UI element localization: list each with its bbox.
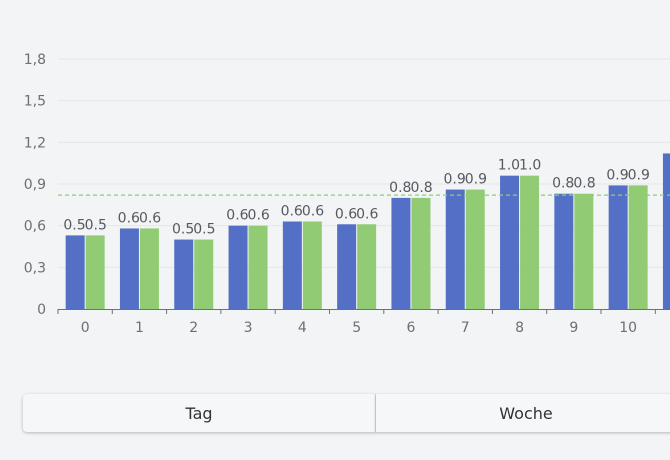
data-label: 0.8 xyxy=(573,176,595,192)
bar xyxy=(554,193,574,309)
tag-button[interactable]: Tag xyxy=(23,394,376,432)
bar xyxy=(608,185,628,309)
woche-button[interactable]: Woche xyxy=(376,394,670,432)
bar xyxy=(411,197,431,309)
data-label: 0.8 xyxy=(552,176,574,192)
bar xyxy=(302,221,322,309)
data-label: 1.0 xyxy=(498,158,520,174)
y-tick-label: 0,6 xyxy=(24,219,46,235)
bar xyxy=(174,239,194,309)
y-tick-label: 1,2 xyxy=(24,135,46,151)
data-label: 1.0 xyxy=(519,158,541,174)
data-label: 0.6 xyxy=(248,208,270,224)
data-label: 0.9 xyxy=(465,172,487,188)
bar xyxy=(194,239,214,309)
bar xyxy=(119,228,139,309)
x-tick-label: 6 xyxy=(406,320,415,336)
y-tick-label: 0,9 xyxy=(24,177,46,193)
bar xyxy=(282,221,302,309)
x-tick-label: 1 xyxy=(135,320,144,336)
data-label: 0.5 xyxy=(172,222,194,238)
data-label: 0.9 xyxy=(606,167,628,183)
bar xyxy=(628,185,648,309)
bar xyxy=(662,153,670,309)
data-label: 0.6 xyxy=(226,208,248,224)
x-tick-label: 8 xyxy=(515,320,524,336)
bar xyxy=(465,189,485,309)
data-label: 0.5 xyxy=(63,217,85,233)
x-tick-label: 5 xyxy=(352,320,361,336)
bar xyxy=(228,225,248,309)
bar xyxy=(85,235,105,309)
data-label: 0.9 xyxy=(443,172,465,188)
bar xyxy=(391,197,411,309)
x-tick-label: 9 xyxy=(569,320,578,336)
y-tick-label: 0 xyxy=(37,302,46,318)
x-tick-label: 7 xyxy=(461,320,470,336)
y-tick-label: 0,3 xyxy=(24,260,46,276)
bar xyxy=(65,235,85,309)
y-tick-label: 1,5 xyxy=(24,94,46,110)
bar xyxy=(445,189,465,309)
x-tick-label: 3 xyxy=(244,320,253,336)
data-label: 0.6 xyxy=(139,210,161,226)
data-label: 0.6 xyxy=(335,206,357,222)
data-label: 0.6 xyxy=(302,204,324,220)
data-label: 0.5 xyxy=(85,217,107,233)
bar xyxy=(248,225,268,309)
data-label: 0.8 xyxy=(410,180,432,196)
x-tick-label: 2 xyxy=(189,320,198,336)
bar xyxy=(574,193,594,309)
bar xyxy=(357,224,377,309)
data-label: 0.6 xyxy=(281,204,303,220)
data-label: 0.5 xyxy=(193,222,215,238)
y-tick-label: 1,8 xyxy=(24,52,46,68)
bar xyxy=(337,224,357,309)
data-label: 0.6 xyxy=(118,210,140,226)
data-label: 0.6 xyxy=(356,206,378,222)
bar xyxy=(139,228,159,309)
data-label: 0.8 xyxy=(389,180,411,196)
x-tick-label: 10 xyxy=(619,320,637,336)
bar-chart: 00,30,60,91,21,51,80.5 0.5 0.6 0.60.5 0.50.6… xyxy=(24,52,670,336)
data-label: 0.9 xyxy=(628,167,650,183)
x-tick-label: 4 xyxy=(298,320,307,336)
x-tick-label: 0 xyxy=(81,320,90,336)
